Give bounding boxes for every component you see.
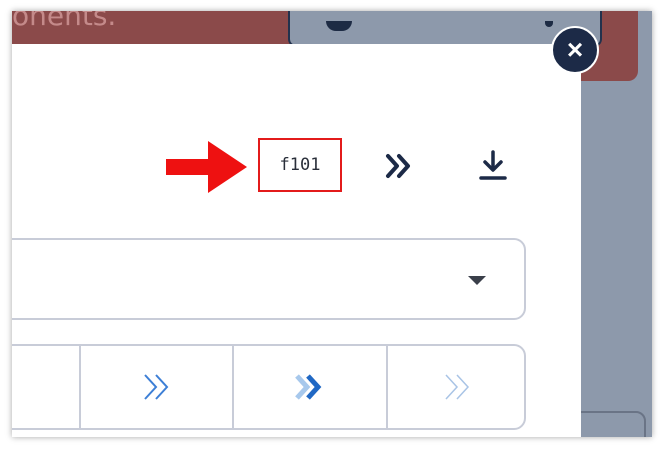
background-widget-knob — [326, 21, 352, 31]
double-chevron-right-icon — [295, 374, 322, 400]
dropdown-select[interactable] — [12, 238, 526, 320]
double-chevron-right-icon — [143, 374, 168, 400]
screenshot-frame: onents. f101 × — [12, 11, 652, 437]
background-card — [572, 411, 646, 437]
annotation-arrow-icon — [166, 141, 247, 193]
code-tag[interactable]: f101 — [258, 138, 342, 192]
caret-down-icon — [468, 276, 486, 285]
segment-option-3[interactable] — [232, 346, 386, 428]
download-button[interactable] — [478, 150, 508, 182]
segment-option-4[interactable] — [386, 346, 524, 428]
modal-dialog: f101 — [12, 44, 581, 437]
segmented-control — [12, 344, 526, 430]
background-widget-knob — [545, 21, 553, 27]
skip-forward-button[interactable] — [385, 151, 415, 181]
double-chevron-right-icon — [445, 374, 470, 400]
background-banner-text: onents. — [12, 11, 117, 32]
segment-option-2[interactable] — [79, 346, 232, 428]
download-icon — [479, 150, 507, 180]
double-chevron-right-icon — [386, 154, 410, 178]
segment-option-1[interactable] — [12, 346, 79, 428]
close-button[interactable]: × — [551, 26, 599, 74]
